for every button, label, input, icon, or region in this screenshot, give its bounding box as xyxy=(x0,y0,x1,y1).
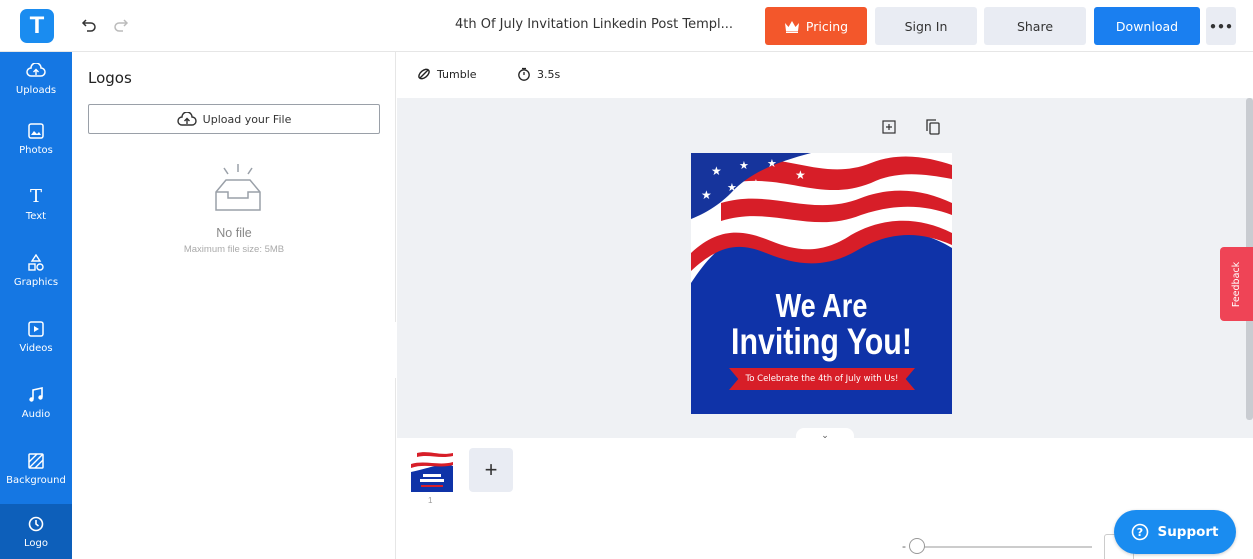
zoom-out-icon[interactable]: - xyxy=(902,539,906,553)
ribbon-banner[interactable]: To Celebrate the 4th of July with Us! xyxy=(729,368,915,390)
sidebar-item-photos[interactable]: Photos xyxy=(0,108,72,168)
sidebar-item-audio[interactable]: Audio xyxy=(0,372,72,432)
pricing-label: Pricing xyxy=(805,18,849,34)
sidebar-item-graphics[interactable]: Graphics xyxy=(0,240,72,300)
feedback-label: Feedback xyxy=(1231,261,1242,307)
feedback-tab[interactable]: Feedback xyxy=(1220,247,1253,321)
duplicate-page-icon[interactable] xyxy=(924,118,942,136)
sidebar-item-label: Logo xyxy=(24,538,48,549)
logos-panel: Logos Upload your File No file Maximum f… xyxy=(72,52,396,559)
background-icon xyxy=(26,451,46,471)
cloud-upload-icon xyxy=(176,111,197,126)
svg-text:★: ★ xyxy=(701,188,712,202)
animation-icon xyxy=(418,68,430,80)
undo-icon[interactable] xyxy=(78,14,100,36)
zoom-slider-handle[interactable] xyxy=(909,538,925,554)
image-icon xyxy=(26,121,46,141)
video-icon xyxy=(26,319,46,339)
svg-text:?: ? xyxy=(1137,526,1143,539)
text-icon: T xyxy=(29,186,42,207)
panel-title: Logos xyxy=(88,69,132,87)
design-canvas[interactable]: ★ ★ ★ ★ ★ ★ ★ We Are Inviting You! To Ce… xyxy=(691,153,952,414)
sidebar-item-label: Background xyxy=(6,474,66,486)
document-title[interactable]: 4th Of July Invitation Linkedin Post Tem… xyxy=(455,17,733,32)
duration-button[interactable]: 3.5s xyxy=(517,67,560,81)
support-label: Support xyxy=(1157,524,1219,540)
sidebar-item-label: Videos xyxy=(19,342,53,354)
add-page-button[interactable]: + xyxy=(469,448,513,492)
timer-icon xyxy=(518,67,530,81)
headline-line-2[interactable]: Inviting You! xyxy=(714,321,928,363)
sidebar-item-text[interactable]: T Text xyxy=(0,174,72,234)
crown-icon xyxy=(784,20,799,33)
shapes-icon xyxy=(26,253,46,273)
logo-icon xyxy=(26,514,46,534)
sign-in-button[interactable]: Sign In xyxy=(875,7,977,45)
no-file-text: No file xyxy=(216,226,252,240)
sidebar-item-uploads[interactable]: Uploads xyxy=(0,52,72,104)
download-button[interactable]: Download xyxy=(1094,7,1200,45)
help-circle-icon: ? xyxy=(1132,523,1149,541)
page-number: 1 xyxy=(428,496,433,505)
upload-file-button[interactable]: Upload your File xyxy=(88,104,380,134)
svg-text:★: ★ xyxy=(727,182,737,194)
sidebar-item-logo[interactable]: Logo xyxy=(0,504,72,559)
share-button[interactable]: Share xyxy=(984,7,1086,45)
sidebar-item-label: Graphics xyxy=(13,276,59,288)
page-thumbnail[interactable] xyxy=(411,450,453,492)
add-page-icon[interactable] xyxy=(880,118,898,136)
svg-text:★: ★ xyxy=(767,158,777,170)
svg-text:★: ★ xyxy=(751,178,761,190)
duration-label: 3.5s xyxy=(537,67,561,81)
app-logo[interactable]: T xyxy=(20,9,54,43)
animation-label: Tumble xyxy=(437,67,477,81)
sidebar-item-videos[interactable]: Videos xyxy=(0,306,72,366)
sidebar-item-label: Text xyxy=(25,210,47,222)
sidebar: Uploads Photos T Text Graphics Videos Au… xyxy=(0,52,72,559)
sidebar-item-label: Uploads xyxy=(15,84,57,96)
max-file-size-text: Maximum file size: 5MB xyxy=(183,244,285,255)
sidebar-item-label: Photos xyxy=(19,144,53,156)
animation-button[interactable]: Tumble xyxy=(417,67,477,81)
element-toolbar: Tumble 3.5s xyxy=(397,52,1253,98)
svg-text:★: ★ xyxy=(711,164,722,178)
redo-icon[interactable] xyxy=(110,14,132,36)
support-button[interactable]: ? Support xyxy=(1114,510,1236,554)
more-options-button[interactable]: ••• xyxy=(1206,7,1236,45)
svg-text:★: ★ xyxy=(795,168,806,182)
ribbon-text: To Celebrate the 4th of July with Us! xyxy=(745,374,899,384)
headline-line-1[interactable]: We Are xyxy=(714,287,928,325)
music-icon xyxy=(26,385,46,405)
top-bar: T 4th Of July Invitation Linkedin Post T… xyxy=(0,0,1253,52)
empty-inbox-icon xyxy=(208,162,268,217)
upload-file-label: Upload your File xyxy=(202,112,292,126)
sidebar-item-label: Audio xyxy=(21,408,51,420)
pricing-button[interactable]: Pricing xyxy=(765,7,867,45)
svg-text:★: ★ xyxy=(739,160,749,172)
cloud-upload-icon xyxy=(26,61,46,81)
sidebar-item-background[interactable]: Background xyxy=(0,438,72,498)
zoom-slider[interactable] xyxy=(914,546,1092,548)
